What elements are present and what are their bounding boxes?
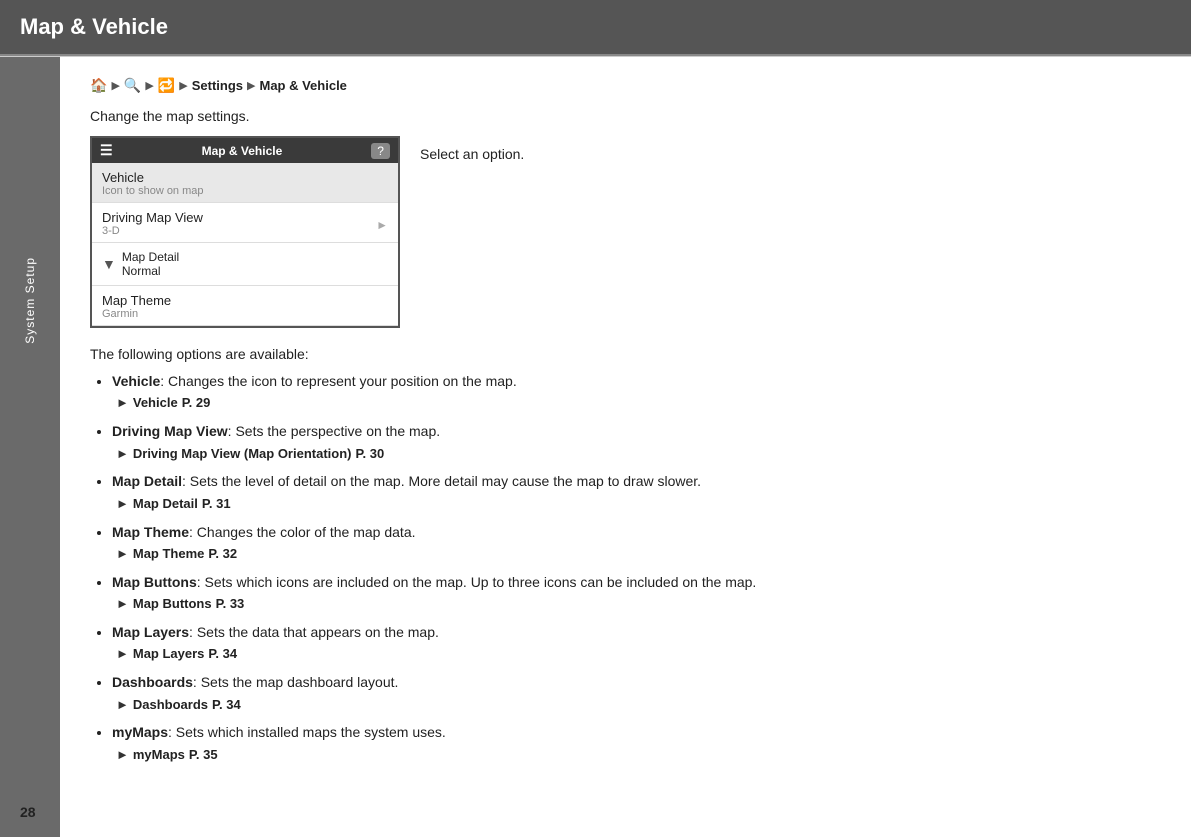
sidebar-label: System Setup [23,257,37,344]
ref-label: Map Detail [133,494,198,515]
ref-arrow-icon: ► [116,393,129,414]
vehicle-item-title: Vehicle [102,170,388,185]
ref-page: P. 32 [208,544,237,565]
option-ref: ► Vehicle P. 29 [116,393,1161,414]
option-ref: ► myMaps P. 35 [116,745,1161,766]
ref-label: Dashboards [133,695,208,716]
driving-arrow-icon: ► [376,218,388,232]
mapdetail-item-sub: Normal [122,264,179,278]
option-ref: ► Map Buttons P. 33 [116,594,1161,615]
header-title: Map & Vehicle [20,14,168,40]
ref-arrow-icon: ► [116,594,129,615]
device-menu-driving[interactable]: Driving Map View 3-D ► [92,203,398,243]
down-arrow-icon: ▼ [102,256,116,272]
device-menu-vehicle[interactable]: Vehicle Icon to show on map [92,163,398,203]
screenshot-caption: Select an option. [420,136,524,162]
device-screenshot: ☰ Map & Vehicle ? Vehicle Icon to show o… [90,136,400,328]
ref-arrow-icon: ► [116,494,129,515]
option-ref: ► Dashboards P. 34 [116,695,1161,716]
list-item: Vehicle: Changes the icon to represent y… [112,370,1161,414]
search-icon: 🔍 [124,77,141,94]
nav-icon: 🔁 [158,77,175,94]
breadcrumb-arrow-4: ▶ [247,79,255,92]
breadcrumb-arrow-3: ▶ [179,79,187,92]
ref-page: P. 34 [208,644,237,665]
option-term: myMaps: Sets which installed maps the sy… [112,724,446,740]
ref-arrow-icon: ► [116,444,129,465]
device-title: Map & Vehicle [202,144,283,158]
ref-label: Map Buttons [133,594,212,615]
option-ref: ► Map Detail P. 31 [116,494,1161,515]
ref-arrow-icon: ► [116,544,129,565]
option-term: Map Detail: Sets the level of detail on … [112,473,701,489]
device-header-bar: ☰ Map & Vehicle ? [92,138,398,163]
ref-arrow-icon: ► [116,644,129,665]
device-menu-mapdetail-content: Map Detail Normal [122,250,179,278]
device-menu-maptheme[interactable]: Map Theme Garmin [92,286,398,326]
list-item: Driving Map View: Sets the perspective o… [112,420,1161,464]
ref-page: P. 35 [189,745,218,766]
ref-arrow-icon: ► [116,745,129,766]
hamburger-icon: ☰ [100,142,113,159]
ref-arrow-icon: ► [116,695,129,716]
intro-text: Change the map settings. [90,108,1161,124]
page-header: Map & Vehicle [0,0,1191,56]
driving-item-sub: 3-D [102,225,203,237]
device-menu-mapdetail[interactable]: ▼ Map Detail Normal [92,243,398,286]
option-ref: ► Map Layers P. 34 [116,644,1161,665]
content-area: 🏠 ▶ 🔍 ▶ 🔁 ▶ Settings ▶ Map & Vehicle Cha… [60,57,1191,837]
device-menu-maptheme-content: Map Theme Garmin [102,293,388,320]
options-intro: The following options are available: [90,346,1161,362]
option-term: Map Layers: Sets the data that appears o… [112,624,439,640]
vehicle-item-sub: Icon to show on map [102,185,388,197]
sidebar: System Setup [0,57,60,837]
ref-label: myMaps [133,745,185,766]
ref-label: Map Layers [133,644,205,665]
page-number: 28 [20,804,36,820]
option-term: Dashboards: Sets the map dashboard layou… [112,674,398,690]
home-icon: 🏠 [90,77,107,94]
ref-page: P. 34 [212,695,241,716]
main-layout: System Setup 🏠 ▶ 🔍 ▶ 🔁 ▶ Settings ▶ Map … [0,57,1191,837]
ref-page: P. 29 [182,393,211,414]
breadcrumb-current: Map & Vehicle [259,78,346,93]
ref-label: Driving Map View (Map Orientation) [133,444,352,465]
mapdetail-item-title: Map Detail [122,250,179,264]
breadcrumb-settings: Settings [192,78,243,93]
option-ref: ► Map Theme P. 32 [116,544,1161,565]
option-term: Driving Map View: Sets the perspective o… [112,423,440,439]
breadcrumb-arrow-1: ▶ [111,79,119,92]
ref-page: P. 31 [202,494,231,515]
device-menu-driving-content: Driving Map View 3-D [102,210,203,237]
question-button[interactable]: ? [371,143,390,159]
option-term: Map Buttons: Sets which icons are includ… [112,574,756,590]
maptheme-item-sub: Garmin [102,308,388,320]
list-item: Map Detail: Sets the level of detail on … [112,470,1161,514]
screenshot-row: ☰ Map & Vehicle ? Vehicle Icon to show o… [90,136,1161,328]
breadcrumb-arrow-2: ▶ [145,79,153,92]
option-term: Vehicle: Changes the icon to represent y… [112,373,517,389]
ref-label: Vehicle [133,393,178,414]
list-item: Map Buttons: Sets which icons are includ… [112,571,1161,615]
device-menu-vehicle-content: Vehicle Icon to show on map [102,170,388,197]
ref-label: Map Theme [133,544,205,565]
option-ref: ► Driving Map View (Map Orientation) P. … [116,444,1161,465]
options-list: Vehicle: Changes the icon to represent y… [90,370,1161,766]
list-item: Map Layers: Sets the data that appears o… [112,621,1161,665]
driving-item-title: Driving Map View [102,210,203,225]
option-term: Map Theme: Changes the color of the map … [112,524,416,540]
ref-page: P. 33 [216,594,245,615]
maptheme-item-title: Map Theme [102,293,388,308]
breadcrumb: 🏠 ▶ 🔍 ▶ 🔁 ▶ Settings ▶ Map & Vehicle [90,77,1161,94]
ref-page: P. 30 [356,444,385,465]
list-item: Map Theme: Changes the color of the map … [112,521,1161,565]
list-item: Dashboards: Sets the map dashboard layou… [112,671,1161,715]
list-item: myMaps: Sets which installed maps the sy… [112,721,1161,765]
